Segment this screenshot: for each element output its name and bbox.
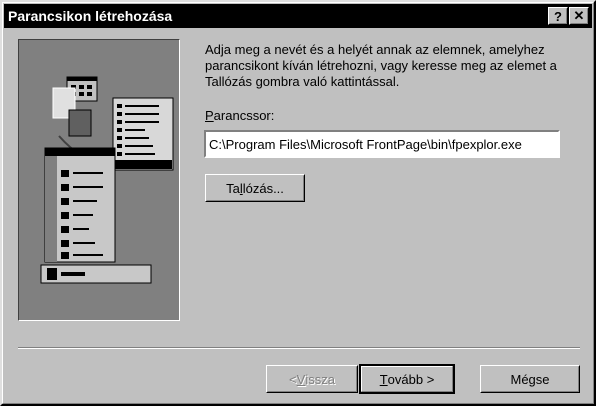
browse-button[interactable]: Ta l lózás... (205, 174, 305, 202)
instruction-text: Adja meg a nevét és a helyét annak az el… (205, 42, 557, 89)
back-label-rest: issza (305, 371, 335, 387)
back-label-prefix: < (289, 371, 297, 387)
command-label-rest: arancssor: (213, 108, 275, 123)
button-separator (18, 347, 580, 349)
command-label-accel: P (205, 108, 214, 123)
title-bar[interactable]: Parancsikon létrehozása ? ✕ (4, 4, 592, 28)
cancel-label: Mégse (510, 371, 550, 387)
command-line-input[interactable] (204, 130, 560, 158)
close-icon: ✕ (573, 8, 585, 23)
create-shortcut-dialog: Parancsikon létrehozása ? ✕ Adja meg a n… (0, 0, 596, 406)
next-label-accel: T (379, 371, 388, 387)
wizard-illustration (18, 39, 180, 321)
browse-label-rest: lózás... (242, 180, 284, 196)
next-button[interactable]: Tovább > (359, 364, 455, 394)
cancel-button[interactable]: Mégse (480, 365, 580, 393)
help-icon: ? (554, 8, 562, 24)
back-label-accel: V (296, 371, 306, 387)
next-label-rest: ovább > (387, 371, 435, 387)
browse-label-prefix: Ta (226, 180, 240, 196)
start-menu-illustration (40, 76, 174, 284)
close-button[interactable]: ✕ (569, 7, 589, 25)
window-title: Parancsikon létrehozása (8, 8, 173, 24)
help-button[interactable]: ? (548, 7, 568, 25)
command-line-label: Parancssor: (205, 108, 274, 123)
back-button[interactable]: < Vissza (266, 365, 358, 393)
